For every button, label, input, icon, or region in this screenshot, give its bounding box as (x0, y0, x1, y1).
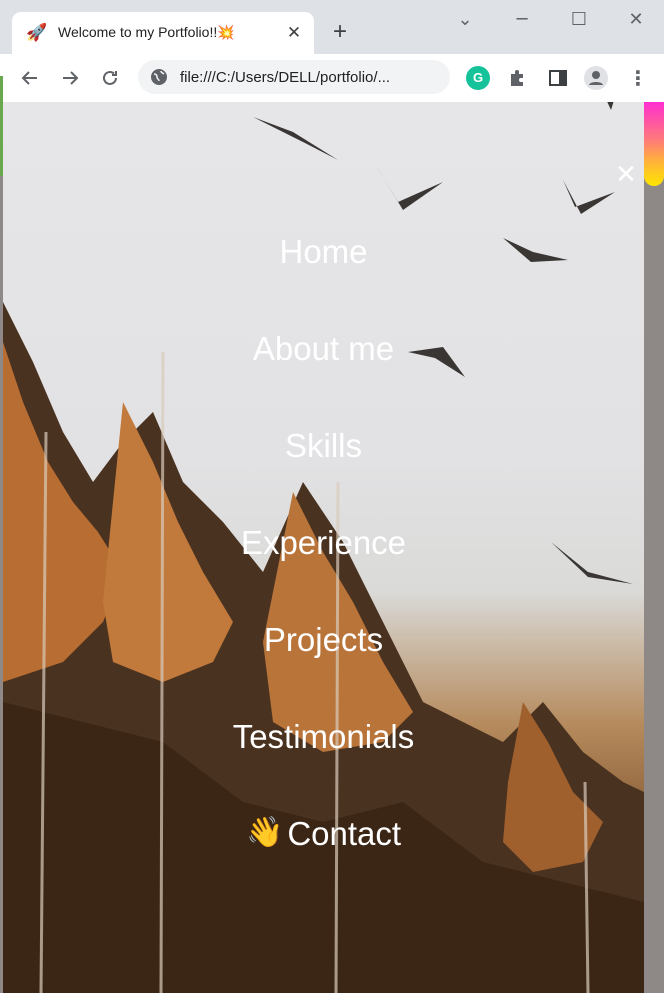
close-menu-button[interactable]: ✕ (613, 162, 639, 188)
nav-item-projects[interactable]: Projects (264, 621, 383, 718)
browser-toolbar: file:///C:/Users/DELL/portfolio/... G ⋮ (0, 54, 664, 103)
nav-item-skills[interactable]: Skills (285, 427, 362, 524)
tab-title: Welcome to my Portfolio!!💥 (58, 24, 235, 40)
back-button[interactable] (16, 64, 44, 92)
address-bar[interactable]: file:///C:/Users/DELL/portfolio/... (138, 60, 450, 94)
nav-item-about[interactable]: About me (253, 330, 394, 427)
reload-icon (103, 70, 117, 85)
nav-item-label: Skills (284, 427, 362, 464)
nav-item-label: Projects (263, 621, 384, 658)
globe-icon (151, 69, 167, 85)
nav-item-label: Home (279, 233, 368, 270)
waving-hand-icon: 👋 (245, 816, 284, 849)
scrollbar[interactable] (644, 102, 664, 993)
extensions-puzzle-icon[interactable] (506, 66, 530, 90)
maximize-button[interactable]: ☐ (565, 8, 593, 32)
nav-menu: Home About me Skills Experience Projects… (3, 233, 644, 912)
back-arrow-icon (21, 71, 37, 85)
browser-menu-icon[interactable]: ⋮ (626, 66, 650, 90)
page-viewport: ✕ Home About me Skills Experience Projec… (3, 102, 644, 993)
close-tab-icon[interactable]: ✕ (284, 23, 304, 43)
browser-titlebar: 🚀 Welcome to my Portfolio!!💥 ✕ + ⌄ ─ ☐ ✕ (0, 0, 664, 54)
new-tab-button[interactable]: + (328, 20, 352, 44)
url-text: file:///C:/Users/DELL/portfolio/... (180, 69, 391, 86)
minimize-button[interactable]: ─ (508, 8, 536, 32)
nav-item-experience[interactable]: Experience (241, 524, 406, 621)
forward-arrow-icon (63, 71, 79, 85)
forward-button[interactable] (56, 64, 84, 92)
nav-item-label: About me (252, 330, 395, 367)
nav-item-testimonials[interactable]: Testimonials (233, 718, 415, 815)
nav-item-home[interactable]: Home (279, 233, 367, 330)
close-window-button[interactable]: ✕ (622, 8, 650, 32)
nav-item-label: Experience (240, 524, 407, 561)
browser-tab[interactable]: 🚀 Welcome to my Portfolio!!💥 ✕ (12, 12, 314, 54)
nav-item-label: Contact (287, 815, 402, 852)
profile-avatar-icon[interactable] (584, 66, 608, 90)
rocket-icon: 🚀 (26, 23, 48, 43)
reload-button[interactable] (96, 64, 124, 92)
tab-search-icon[interactable]: ⌄ (451, 8, 479, 32)
nav-item-contact[interactable]: 👋 Contact (246, 815, 401, 912)
nav-item-label: Testimonials (232, 718, 415, 755)
scrollbar-thumb[interactable] (644, 102, 664, 186)
side-panel-icon[interactable] (546, 66, 570, 90)
grammarly-extension-icon[interactable]: G (466, 66, 490, 90)
